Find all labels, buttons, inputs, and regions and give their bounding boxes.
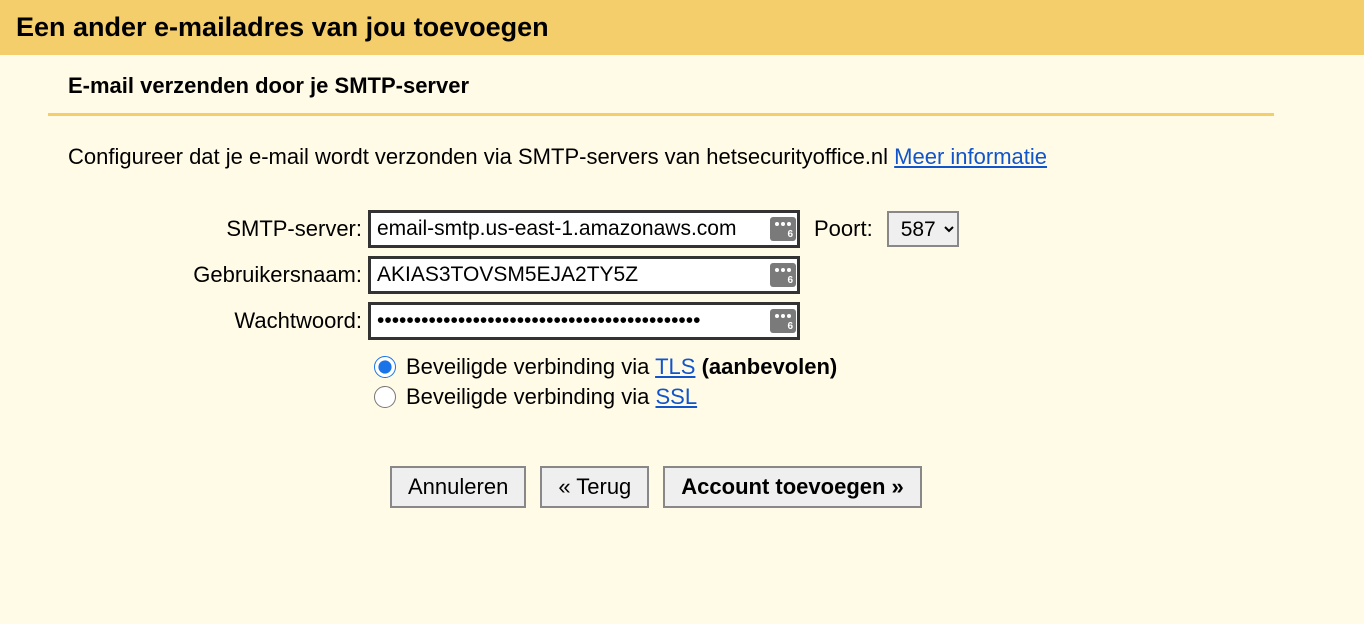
- security-options: Beveiligde verbinding via TLS (aanbevole…: [374, 354, 1364, 410]
- tls-prefix: Beveiligde verbinding via: [406, 354, 655, 379]
- back-button[interactable]: « Terug: [540, 466, 649, 508]
- tls-suffix: (aanbevolen): [695, 354, 837, 379]
- smtp-server-label: SMTP-server:: [68, 216, 368, 242]
- section-title: E-mail verzenden door je SMTP-server: [48, 73, 1364, 113]
- ssl-option[interactable]: Beveiligde verbinding via SSL: [374, 384, 1364, 410]
- password-label: Wachtwoord:: [68, 308, 368, 334]
- instruction-prefix: Configureer dat je e-mail wordt verzonde…: [68, 144, 894, 169]
- ssl-prefix: Beveiligde verbinding via: [406, 384, 656, 409]
- dialog-content: E-mail verzenden door je SMTP-server Con…: [0, 55, 1364, 508]
- cancel-button[interactable]: Annuleren: [390, 466, 526, 508]
- username-input[interactable]: [368, 256, 800, 294]
- username-label: Gebruikersnaam:: [68, 262, 368, 288]
- ssl-radio[interactable]: [374, 386, 396, 408]
- smtp-server-input[interactable]: [368, 210, 800, 248]
- instruction-text: Configureer dat je e-mail wordt verzonde…: [48, 144, 1364, 170]
- add-account-button[interactable]: Account toevoegen »: [663, 466, 921, 508]
- tls-option[interactable]: Beveiligde verbinding via TLS (aanbevole…: [374, 354, 1364, 380]
- port-label: Poort:: [814, 216, 873, 242]
- username-row: Gebruikersnaam: 6: [68, 256, 1364, 294]
- smtp-form: SMTP-server: 6 Poort: 587 Gebruikersnaam…: [48, 210, 1364, 508]
- ssl-link[interactable]: SSL: [656, 384, 698, 409]
- tls-link[interactable]: TLS: [655, 354, 695, 379]
- more-info-link[interactable]: Meer informatie: [894, 144, 1047, 169]
- dialog-header: Een ander e-mailadres van jou toevoegen: [0, 0, 1364, 55]
- dialog-title: Een ander e-mailadres van jou toevoegen: [16, 12, 1348, 43]
- tls-radio[interactable]: [374, 356, 396, 378]
- divider: [48, 113, 1274, 116]
- password-input[interactable]: [368, 302, 800, 340]
- button-row: Annuleren « Terug Account toevoegen »: [390, 466, 1364, 508]
- smtp-server-row: SMTP-server: 6 Poort: 587: [68, 210, 1364, 248]
- password-row: Wachtwoord: 6: [68, 302, 1364, 340]
- port-select[interactable]: 587: [887, 211, 959, 247]
